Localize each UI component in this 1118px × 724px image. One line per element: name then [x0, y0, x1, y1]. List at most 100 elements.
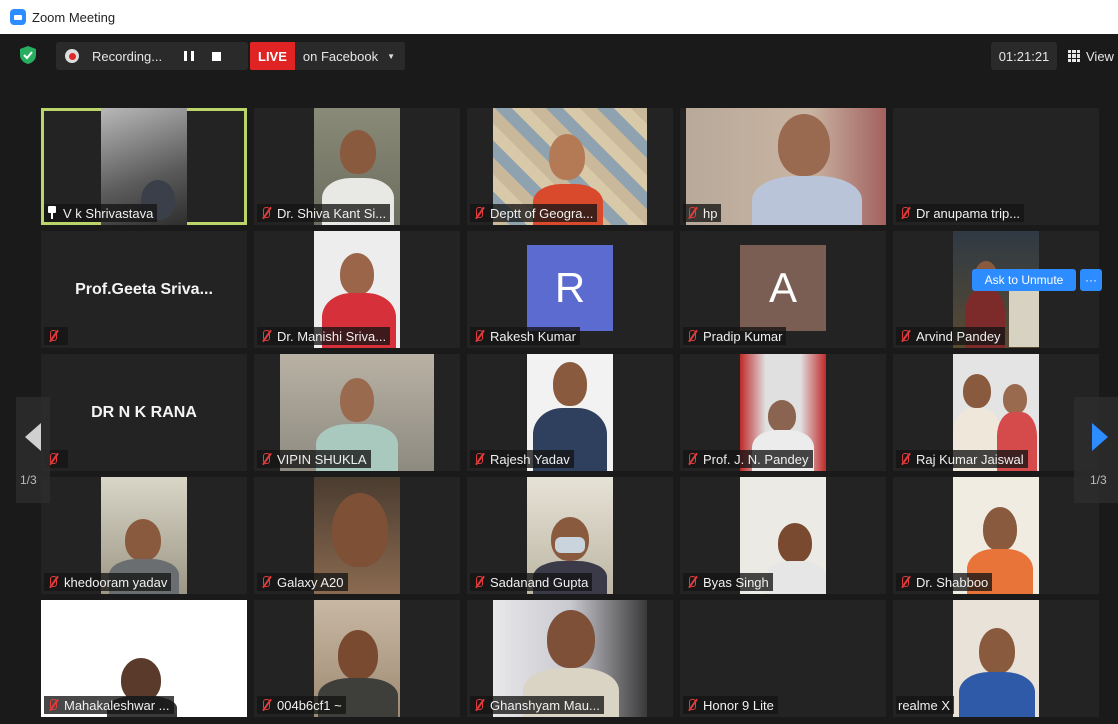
- participant-tile[interactable]: Prof. J. N. Pandey: [680, 354, 886, 471]
- participant-tile[interactable]: A Pradip Kumar: [680, 231, 886, 348]
- participant-name: Mahakaleshwar ...: [64, 697, 170, 713]
- caret-down-icon: ▼: [387, 51, 395, 61]
- participant-name-tag: Pradip Kumar: [683, 327, 787, 345]
- participant-name: 004b6cf1 ~: [277, 697, 342, 713]
- participant-tile[interactable]: Dr. Manishi Sriva...: [254, 231, 460, 348]
- participant-tile[interactable]: Raj Kumar Jaiswal: [893, 354, 1099, 471]
- participant-tile[interactable]: Mahakaleshwar ...: [41, 600, 247, 717]
- livestream-control[interactable]: LIVE on Facebook ▼: [250, 42, 405, 70]
- participant-name-tag: realme X: [896, 696, 955, 714]
- mic-muted-icon: [472, 329, 486, 343]
- participant-name-tag: Deptt of Geogra...: [470, 204, 598, 222]
- participant-name: V k Shrivastava: [63, 205, 154, 221]
- participant-name: Raj Kumar Jaiswal: [916, 451, 1024, 467]
- zoom-logo-icon: [10, 9, 26, 25]
- participant-tile[interactable]: Deptt of Geogra...: [467, 108, 673, 225]
- recording-dot-icon: [65, 49, 79, 63]
- participant-name: realme X: [898, 697, 951, 713]
- participant-name-tag: hp: [683, 204, 722, 222]
- participant-name-tag: Mahakaleshwar ...: [44, 696, 174, 714]
- view-label: View: [1086, 48, 1114, 64]
- participant-name-tag: khedooram yadav: [44, 573, 172, 591]
- participant-display-name: DR N K RANA: [91, 403, 197, 421]
- participant-tile[interactable]: Dr. Shiva Kant Si...: [254, 108, 460, 225]
- participant-name: Pradip Kumar: [703, 328, 783, 344]
- recording-label: Recording...: [92, 48, 163, 64]
- mic-muted-icon: [685, 698, 699, 712]
- participant-tile[interactable]: Rajesh Yadav: [467, 354, 673, 471]
- participant-name-tag: Galaxy A20: [257, 573, 348, 591]
- participant-tile[interactable]: Honor 9 Lite: [680, 600, 886, 717]
- participant-tile[interactable]: hp: [680, 108, 886, 225]
- more-options-button[interactable]: ···: [1080, 269, 1102, 291]
- meeting-timer: 01:21:21: [991, 42, 1057, 70]
- live-badge: LIVE: [250, 42, 295, 70]
- mic-muted-icon: [259, 698, 273, 712]
- ask-to-unmute-button[interactable]: Ask to Unmute: [972, 269, 1076, 291]
- participant-name: Prof. J. N. Pandey: [703, 451, 809, 467]
- participant-name-tag: Prof. J. N. Pandey: [683, 450, 813, 468]
- participant-name-tag: Ghanshyam Mau...: [470, 696, 604, 714]
- participant-name: Ghanshyam Mau...: [490, 697, 600, 713]
- meeting-topbar: Recording... LIVE on Facebook ▼ 01:21:21…: [8, 34, 1118, 78]
- participant-name: khedooram yadav: [64, 574, 168, 590]
- previous-page-button[interactable]: 1/3: [16, 397, 50, 503]
- participant-name: Rakesh Kumar: [490, 328, 576, 344]
- mic-muted-icon: [472, 575, 486, 589]
- participant-tile[interactable]: Sadanand Gupta: [467, 477, 673, 594]
- mic-muted-icon: [898, 575, 912, 589]
- participant-name-tag: Byas Singh: [683, 573, 773, 591]
- participant-tile[interactable]: Dr anupama trip...: [893, 108, 1099, 225]
- live-destination-label: on Facebook: [302, 48, 379, 64]
- participant-tile[interactable]: realme X: [893, 600, 1099, 717]
- participant-name-tag: [44, 327, 68, 345]
- participant-name: Honor 9 Lite: [703, 697, 774, 713]
- mic-muted-icon: [259, 206, 273, 220]
- live-destination-dropdown[interactable]: on Facebook ▼: [294, 42, 405, 70]
- participant-name: Dr anupama trip...: [916, 205, 1021, 221]
- avatar-letter: A: [740, 245, 826, 331]
- mic-muted-icon: [685, 329, 699, 343]
- mic-muted-icon: [259, 575, 273, 589]
- participant-name-tag: Dr anupama trip...: [896, 204, 1025, 222]
- participant-name: Dr. Manishi Sriva...: [277, 328, 387, 344]
- mic-muted-icon: [898, 452, 912, 466]
- participant-tile[interactable]: VIPIN SHUKLA: [254, 354, 460, 471]
- participant-tile[interactable]: 004b6cf1 ~: [254, 600, 460, 717]
- participant-name-tag: Rakesh Kumar: [470, 327, 580, 345]
- avatar-letter: R: [527, 245, 613, 331]
- mic-muted-icon: [259, 452, 273, 466]
- mic-muted-icon: [898, 206, 912, 220]
- participant-tile[interactable]: Ghanshyam Mau...: [467, 600, 673, 717]
- participant-name: Galaxy A20: [277, 574, 344, 590]
- participant-tile[interactable]: Dr. Shabboo: [893, 477, 1099, 594]
- stop-recording-icon[interactable]: [212, 51, 221, 61]
- participant-tile[interactable]: khedooram yadav: [41, 477, 247, 594]
- participant-name-tag: Dr. Shabboo: [896, 573, 993, 591]
- participant-tile[interactable]: R Rakesh Kumar: [467, 231, 673, 348]
- participant-tile[interactable]: DR N K RANA: [41, 354, 247, 471]
- participant-tile[interactable]: Prof.Geeta Sriva...: [41, 231, 247, 348]
- mic-muted-icon: [685, 575, 699, 589]
- mic-muted-icon: [472, 452, 486, 466]
- mic-muted-icon: [685, 452, 699, 466]
- mic-muted-icon: [472, 206, 486, 220]
- mic-muted-icon: [46, 698, 60, 712]
- participant-tile[interactable]: Galaxy A20: [254, 477, 460, 594]
- page-indicator-left: 1/3: [20, 473, 37, 487]
- participant-name-tag: Arvind Pandey: [896, 327, 1005, 345]
- participant-tile[interactable]: V k Shrivastava: [41, 108, 247, 225]
- participant-name: Sadanand Gupta: [490, 574, 589, 590]
- participant-name: Arvind Pandey: [916, 328, 1001, 344]
- pause-recording-icon[interactable]: [184, 51, 194, 61]
- next-page-button[interactable]: 1/3: [1074, 397, 1118, 503]
- participant-name-tag: Dr. Shiva Kant Si...: [257, 204, 391, 222]
- participant-name: Dr. Shiva Kant Si...: [277, 205, 387, 221]
- participant-tile[interactable]: Byas Singh: [680, 477, 886, 594]
- participant-name: Deptt of Geogra...: [490, 205, 594, 221]
- view-button[interactable]: View: [1068, 42, 1114, 70]
- recording-indicator: Recording...: [56, 42, 248, 70]
- participant-name-tag: Raj Kumar Jaiswal: [896, 450, 1028, 468]
- window-titlebar: Zoom Meeting: [0, 0, 1118, 34]
- encryption-shield-icon[interactable]: [20, 46, 36, 64]
